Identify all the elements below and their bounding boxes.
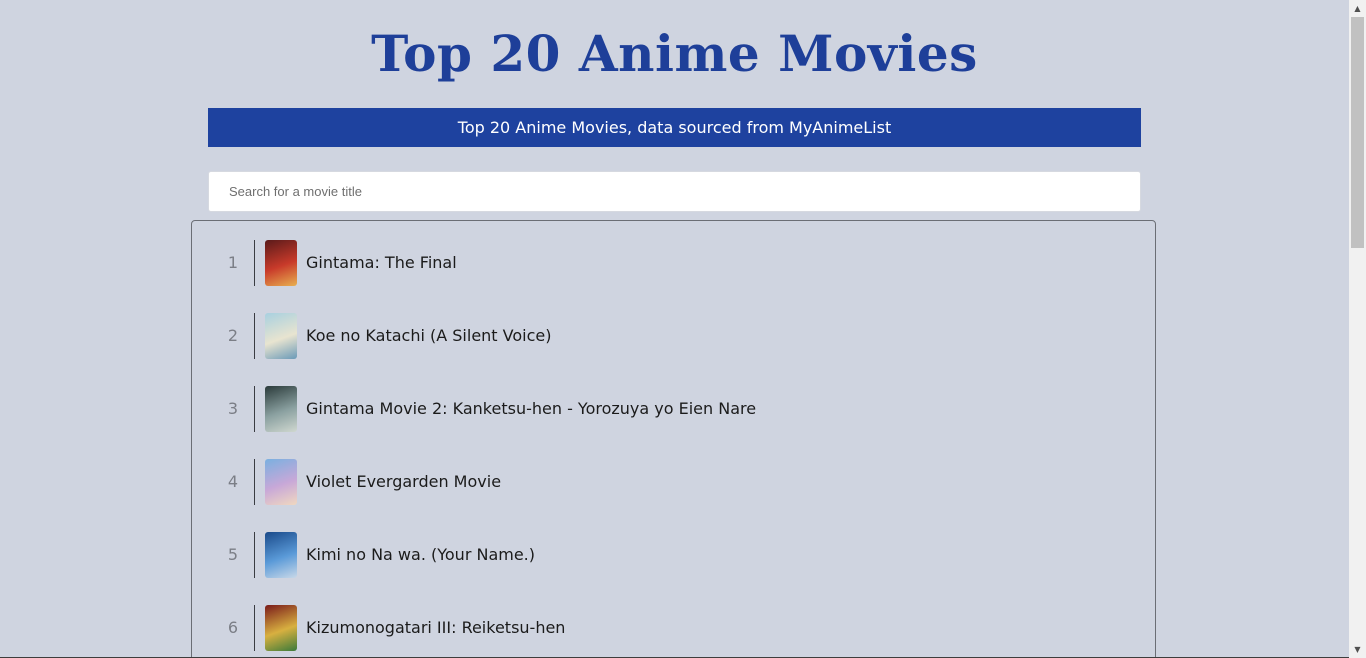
rank-divider [254, 386, 255, 432]
search-input[interactable] [209, 172, 1140, 211]
movie-rank: 4 [227, 472, 239, 491]
rank-divider [254, 313, 255, 359]
movie-title[interactable]: Kizumonogatari III: Reiketsu-hen [306, 605, 565, 651]
rank-divider [254, 532, 255, 578]
movie-title[interactable]: Gintama Movie 2: Kanketsu-hen - Yorozuya… [306, 386, 756, 432]
movie-poster[interactable] [265, 240, 297, 286]
scroll-thumb[interactable] [1351, 17, 1364, 248]
list-item[interactable]: 5 Kimi no Na wa. (Your Name.) [192, 532, 1155, 578]
rank-divider [254, 459, 255, 505]
page: Top 20 Anime Movies Top 20 Anime Movies,… [0, 0, 1366, 658]
rank-divider [254, 605, 255, 651]
movie-poster[interactable] [265, 459, 297, 505]
movie-title[interactable]: Koe no Katachi (A Silent Voice) [306, 313, 551, 359]
movie-rank: 6 [227, 618, 239, 637]
movie-list: 1 Gintama: The Final 2 Koe no Katachi (A Si… [191, 220, 1156, 658]
movie-title[interactable]: Violet Evergarden Movie [306, 459, 501, 505]
list-item[interactable]: 3 Gintama Movie 2: Kanketsu-hen - Yorozuy… [192, 386, 1155, 432]
list-item[interactable]: 1 Gintama: The Final [192, 240, 1155, 286]
movie-poster[interactable] [265, 532, 297, 578]
movie-rank: 2 [227, 326, 239, 345]
scrollbar[interactable]: ▲ ▼ [1349, 0, 1366, 658]
movie-poster[interactable] [265, 313, 297, 359]
scroll-up-arrow-icon[interactable]: ▲ [1349, 0, 1366, 17]
movie-rank: 1 [227, 253, 239, 272]
list-item[interactable]: 6 Kizumonogatari III: Reiketsu-hen [192, 605, 1155, 651]
list-item[interactable]: 4 Violet Evergarden Movie [192, 459, 1155, 505]
subtitle-banner: Top 20 Anime Movies, data sourced from M… [208, 108, 1141, 147]
movie-title[interactable]: Gintama: The Final [306, 240, 457, 286]
page-title: Top 20 Anime Movies [371, 24, 978, 83]
movie-poster[interactable] [265, 386, 297, 432]
search-box[interactable] [208, 171, 1141, 212]
movie-poster[interactable] [265, 605, 297, 651]
rank-divider [254, 240, 255, 286]
movie-rank: 3 [227, 399, 239, 418]
movie-title[interactable]: Kimi no Na wa. (Your Name.) [306, 532, 535, 578]
scroll-down-arrow-icon[interactable]: ▼ [1349, 641, 1366, 658]
movie-rank: 5 [227, 545, 239, 564]
list-item[interactable]: 2 Koe no Katachi (A Silent Voice) [192, 313, 1155, 359]
